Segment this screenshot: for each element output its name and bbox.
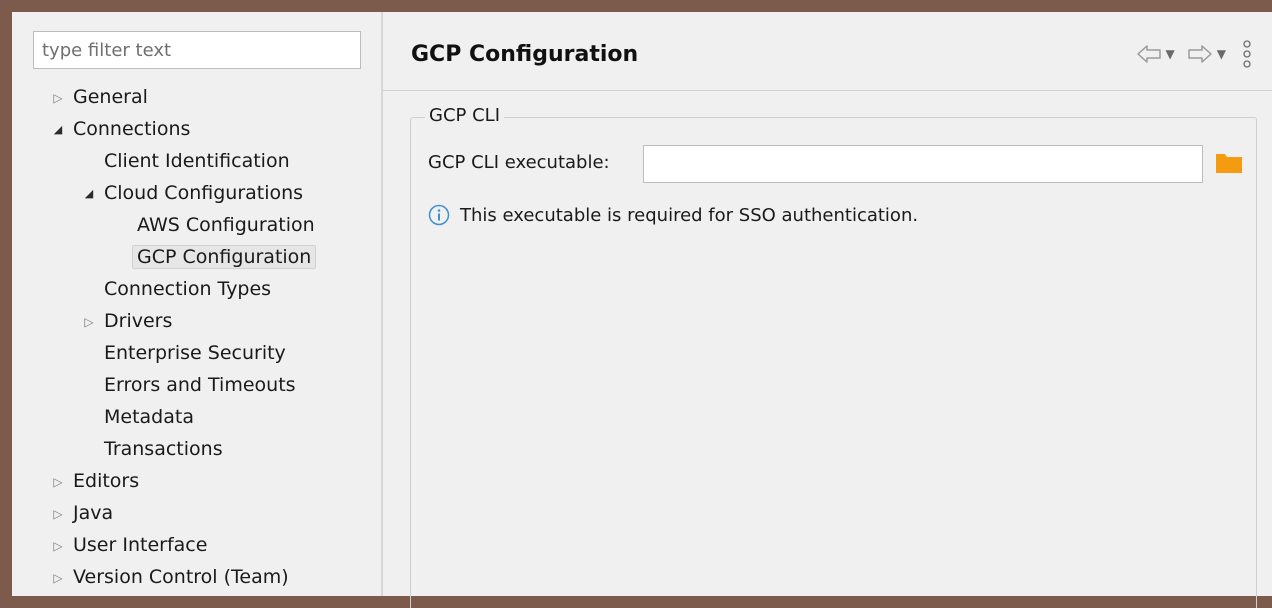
folder-icon <box>1216 154 1242 173</box>
chevron-down-icon[interactable]: ▼ <box>1217 47 1226 61</box>
tree-item-label: Connections <box>73 118 191 140</box>
tree-item-label: Java <box>73 502 114 524</box>
navigation-pane: ▷General ◢Connections Client Identificat… <box>12 12 381 596</box>
tree-item-label: User Interface <box>73 534 208 556</box>
tree-item-label: Transactions <box>104 438 223 460</box>
vertical-dots-icon <box>1243 40 1251 68</box>
tree-item-drivers[interactable]: ▷ Drivers <box>78 306 172 336</box>
info-text: This executable is required for SSO auth… <box>460 204 919 226</box>
expand-arrow-icon[interactable]: ▷ <box>47 467 69 497</box>
collapse-arrow-icon[interactable]: ◢ <box>78 179 100 209</box>
expand-arrow-icon[interactable]: ▷ <box>47 83 69 113</box>
tree-item-metadata[interactable]: Metadata <box>104 402 194 432</box>
gcp-cli-group: GCP CLI GCP CLI executable: This executa… <box>410 105 1257 608</box>
tree-item-label: Client Identification <box>104 150 290 172</box>
collapse-arrow-icon[interactable]: ◢ <box>47 115 69 145</box>
expand-arrow-icon[interactable]: ▷ <box>47 499 69 529</box>
browse-folder-button[interactable] <box>1215 152 1245 176</box>
expand-arrow-icon[interactable]: ▷ <box>47 563 69 593</box>
expand-arrow-icon[interactable]: ▷ <box>78 307 100 337</box>
preferences-window: ▷General ◢Connections Client Identificat… <box>12 12 1272 608</box>
tree-item-connection-types[interactable]: Connection Types <box>104 274 271 304</box>
gcp-cli-executable-input[interactable] <box>643 145 1203 183</box>
tree-item-label: Connection Types <box>104 278 272 300</box>
chevron-down-icon[interactable]: ▼ <box>1166 47 1175 61</box>
expand-arrow-icon[interactable]: ▷ <box>47 531 69 561</box>
back-arrow-icon <box>1136 45 1161 63</box>
tree-item-label: Enterprise Security <box>104 342 286 364</box>
tree-item-label: Metadata <box>104 406 194 428</box>
tree-item-label: Drivers <box>104 310 173 332</box>
back-button[interactable]: ▼ <box>1136 44 1175 64</box>
group-title: GCP CLI <box>425 105 504 126</box>
info-message: This executable is required for SSO auth… <box>428 204 918 226</box>
tree-item-label: Cloud Configurations <box>104 182 304 204</box>
filter-input[interactable] <box>33 31 361 69</box>
forward-button[interactable]: ▼ <box>1187 44 1226 64</box>
tree-item-general[interactable]: ▷ General <box>47 82 148 112</box>
page-title: GCP Configuration <box>411 42 639 67</box>
tree-item-cloud-configurations[interactable]: ◢ Cloud Configurations <box>78 178 303 208</box>
tree-item-label: AWS Configuration <box>137 214 315 236</box>
tree-item-errors-and-timeouts[interactable]: Errors and Timeouts <box>104 370 296 400</box>
tree-item-version-control[interactable]: ▷ Version Control (Team) <box>47 562 289 593</box>
tree-item-aws-configuration[interactable]: AWS Configuration <box>137 210 315 240</box>
tree-item-label: Version Control (Team) <box>73 566 289 588</box>
tree-item-client-identification[interactable]: Client Identification <box>104 146 290 176</box>
forward-arrow-icon <box>1188 45 1212 63</box>
tree-item-label-selected: GCP Configuration <box>132 245 317 269</box>
tree-item-transactions[interactable]: Transactions <box>104 434 223 464</box>
tree-item-label: Errors and Timeouts <box>104 374 296 396</box>
view-menu-button[interactable] <box>1242 39 1252 69</box>
page-navigation-toolbar: ▼ ▼ <box>1136 38 1252 70</box>
preference-page: GCP Configuration ▼ ▼ GCP CLI GCP CLI ex… <box>383 12 1272 608</box>
page-content: GCP CLI GCP CLI executable: This executa… <box>383 91 1272 608</box>
gcp-cli-executable-label: GCP CLI executable: <box>428 152 610 173</box>
tree-item-label: Editors <box>73 470 140 492</box>
tree-item-connections[interactable]: ◢ Connections <box>47 114 191 145</box>
tree-item-java[interactable]: ▷ Java <box>47 498 113 528</box>
tree-item-enterprise-security[interactable]: Enterprise Security <box>104 338 286 368</box>
tree-item-user-interface[interactable]: ▷ User Interface <box>47 530 207 560</box>
tree-item-editors[interactable]: ▷ Editors <box>47 466 139 496</box>
page-header: GCP Configuration ▼ ▼ <box>383 12 1272 91</box>
info-icon <box>428 204 450 226</box>
tree-item-label: General <box>73 86 148 108</box>
tree-item-gcp-configuration[interactable]: GCP Configuration <box>132 242 317 272</box>
